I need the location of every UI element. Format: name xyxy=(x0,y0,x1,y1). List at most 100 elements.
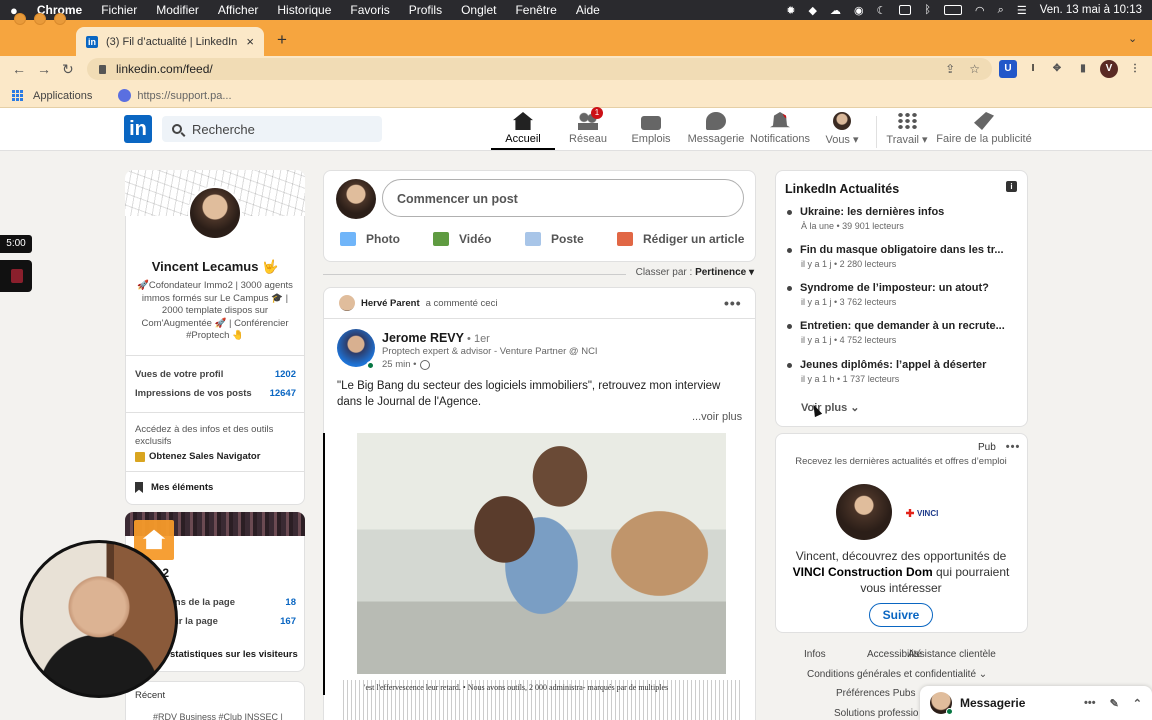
new-tab-icon[interactable]: + xyxy=(277,30,287,50)
bookmark-star-icon[interactable]: ☆ xyxy=(969,62,980,76)
job-button[interactable]: Poste xyxy=(525,232,584,246)
puzzle-icon[interactable]: ✥ xyxy=(1048,60,1066,78)
linkedin-logo[interactable]: in xyxy=(124,115,152,143)
bookmark-support[interactable]: https://support.pa... xyxy=(118,89,232,102)
stat-post-impressions[interactable]: Impressions de vos posts 12647 xyxy=(135,388,296,399)
news-item[interactable]: Syndrome de l’imposteur: un atout? il y a… xyxy=(787,282,1017,307)
chrome-menu-icon[interactable]: ⋮ xyxy=(1126,60,1144,78)
nav-notifications[interactable]: 2 Notifications xyxy=(748,112,812,150)
footer-ad-preferences[interactable]: Préférences Pubs xyxy=(836,688,916,699)
commenter-name[interactable]: Hervé Parent xyxy=(361,298,420,309)
news-item[interactable]: Fin du masque obligatoire dans les tr...… xyxy=(787,244,1017,269)
tab-search-icon[interactable]: ⌄ xyxy=(1128,32,1137,45)
vinci-logo[interactable]: VINCI xyxy=(906,506,966,520)
me-avatar-icon xyxy=(833,112,851,130)
messaging-more-icon[interactable]: ••• xyxy=(1084,697,1096,710)
news-item[interactable]: Entretien: que demander à un recrute... i… xyxy=(787,320,1017,345)
home-icon xyxy=(513,112,533,130)
forward-icon[interactable]: → xyxy=(37,61,51,77)
control-center-icon[interactable]: ☰ xyxy=(1017,4,1027,17)
see-more-link[interactable]: ...voir plus xyxy=(692,411,742,423)
browser-tab[interactable]: in (3) Fil d’actualité | LinkedIn × xyxy=(76,27,264,56)
close-tab-icon[interactable]: × xyxy=(246,34,254,49)
recent-item[interactable]: #RDV Business #Club INSSEC | xyxy=(153,712,283,720)
webcam-overlay xyxy=(20,540,178,698)
spotlight-icon[interactable]: ⌕ xyxy=(998,4,1004,17)
chevron-up-icon[interactable]: ⌃ xyxy=(1133,697,1142,710)
menu-fichier[interactable]: Fichier xyxy=(101,3,137,17)
bluetooth-icon[interactable]: ᛒ xyxy=(924,4,931,16)
compose-icon[interactable]: ✎ xyxy=(1110,697,1119,710)
post-more-icon[interactable]: ••• xyxy=(724,295,742,311)
premium-promo[interactable]: Accédez à des infos et des outils exclus… xyxy=(135,424,295,463)
photo-button[interactable]: Photo xyxy=(340,232,400,246)
sort-dropdown[interactable]: Classer par : Pertinence ▾ xyxy=(636,267,754,278)
composer-avatar[interactable] xyxy=(336,179,376,219)
follow-button[interactable]: Suivre xyxy=(869,603,933,627)
nav-work[interactable]: Travail ▾ xyxy=(884,112,930,150)
menu-onglet[interactable]: Onglet xyxy=(461,3,496,17)
nav-jobs[interactable]: Emplois xyxy=(625,112,677,150)
write-article-button[interactable]: Rédiger un article xyxy=(617,232,744,246)
profile-avatar-large[interactable] xyxy=(188,186,242,240)
footer-business[interactable]: Solutions professio xyxy=(834,708,919,719)
menu-historique[interactable]: Historique xyxy=(277,3,331,17)
battery-icon[interactable] xyxy=(944,5,963,15)
moon-icon[interactable]: ☾ xyxy=(877,4,887,17)
share-icon[interactable]: ⇪ xyxy=(945,62,955,76)
newspaper-image[interactable]: 'est l'effervescence leur retard. • Nous… xyxy=(340,680,740,720)
wifi-icon[interactable]: ◠ xyxy=(975,4,985,17)
menu-profils[interactable]: Profils xyxy=(409,3,442,17)
post-author[interactable]: Jerome REVY • 1er xyxy=(382,331,490,345)
menu-modifier[interactable]: Modifier xyxy=(156,3,199,17)
my-items-link[interactable]: Mes éléments xyxy=(135,482,213,493)
dropbox-icon[interactable]: ◆ xyxy=(808,4,816,17)
profile-name[interactable]: Vincent Lecamus 🤟 xyxy=(125,259,305,275)
stat-value: 12647 xyxy=(269,388,296,399)
ad-more-icon[interactable]: ••• xyxy=(1006,441,1021,453)
menu-afficher[interactable]: Afficher xyxy=(218,3,258,17)
sales-navigator-link[interactable]: Obtenez Sales Navigator xyxy=(135,451,295,463)
nav-messaging[interactable]: Messagerie xyxy=(685,112,747,150)
gear-icon[interactable]: ✹ xyxy=(786,4,795,17)
extension-icon[interactable]: U xyxy=(999,60,1017,78)
news-item[interactable]: Jeunes diplômés: l’appel à déserter il y … xyxy=(787,359,1017,384)
footer-about[interactable]: Infos xyxy=(804,649,826,660)
menu-fenetre[interactable]: Fenêtre xyxy=(515,3,556,17)
nav-advertise[interactable]: Faire de la publicité xyxy=(936,112,1032,150)
premium-text: Accédez à des infos et des outils exclus… xyxy=(135,424,274,447)
reload-icon[interactable]: ↻ xyxy=(62,61,74,78)
start-post-input[interactable]: Commencer un post xyxy=(382,179,744,217)
menubar-clock[interactable]: Ven. 13 mai à 10:13 xyxy=(1040,4,1142,16)
footer-help[interactable]: Assistance clientèle xyxy=(908,649,996,660)
sidepanel-icon[interactable]: ▮ xyxy=(1074,60,1092,78)
address-bar[interactable]: linkedin.com/feed/ ⇪ ☆ xyxy=(87,58,992,80)
nav-network[interactable]: 1 Réseau xyxy=(562,107,614,150)
video-button[interactable]: Vidéo xyxy=(433,232,491,246)
visitor-stats-link[interactable]: statistiques sur les visiteurs xyxy=(170,649,298,660)
stop-recording-button[interactable] xyxy=(0,260,32,292)
extension-i-icon[interactable]: I xyxy=(1024,60,1042,78)
nav-me[interactable]: Vous ▾ xyxy=(818,112,866,150)
stat-profile-views[interactable]: Vues de votre profil 1202 xyxy=(135,369,296,380)
post-image[interactable] xyxy=(357,433,726,674)
footer-terms[interactable]: Conditions générales et confidentialité … xyxy=(807,669,987,680)
info-icon[interactable]: i xyxy=(1006,181,1017,192)
profile-avatar[interactable]: V xyxy=(1100,60,1118,78)
nav-messaging-label: Messagerie xyxy=(687,133,745,145)
bookmark-applications[interactable]: Applications xyxy=(33,90,92,102)
commenter-avatar[interactable] xyxy=(339,295,355,311)
nav-home[interactable]: Accueil xyxy=(491,112,555,150)
search-input[interactable]: Recherche xyxy=(162,116,382,142)
lock-icon[interactable] xyxy=(99,64,106,74)
window-controls[interactable] xyxy=(14,13,66,25)
messaging-bar[interactable]: Messagerie ••• ✎ ⌃ xyxy=(920,686,1152,720)
back-icon[interactable]: ← xyxy=(12,61,26,77)
record-icon[interactable]: ◉ xyxy=(854,4,864,17)
menu-favoris[interactable]: Favoris xyxy=(350,3,389,17)
news-item[interactable]: Ukraine: les dernières infos À la une • 3… xyxy=(787,206,1017,231)
menu-aide[interactable]: Aide xyxy=(576,3,600,17)
screen-icon[interactable] xyxy=(899,5,912,15)
cloud-icon[interactable]: ☁ xyxy=(830,4,841,17)
briefcase-icon xyxy=(525,232,541,246)
